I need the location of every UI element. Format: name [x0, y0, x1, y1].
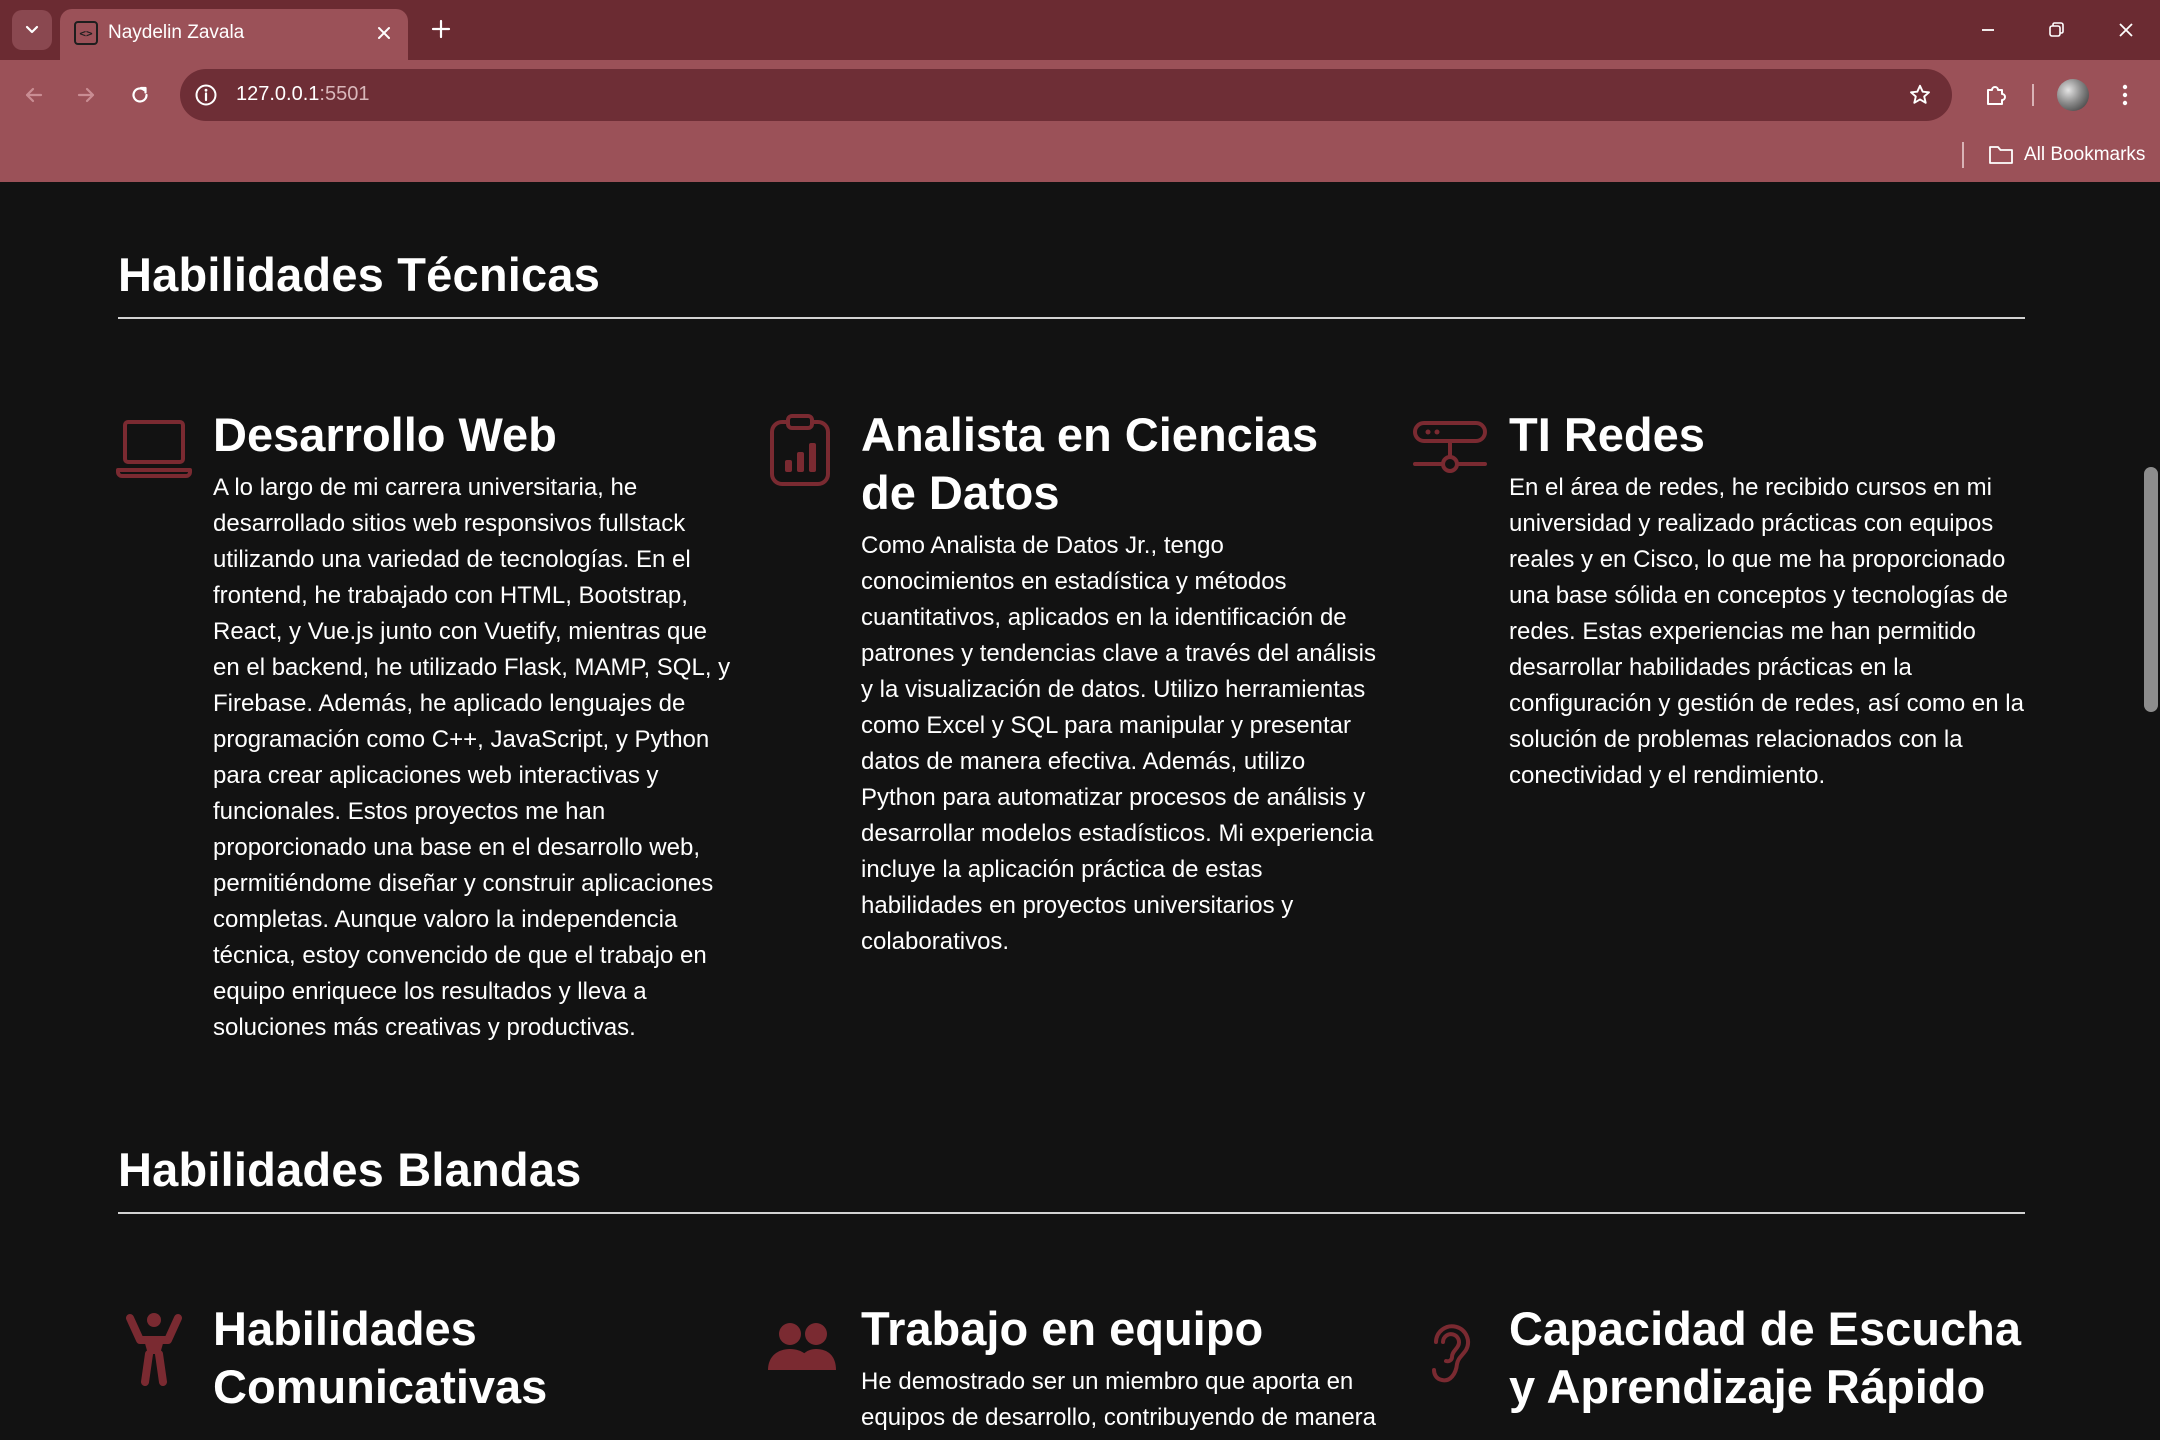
arrow-left-icon — [25, 87, 43, 103]
section-divider — [118, 1212, 2025, 1214]
restore-button[interactable] — [2034, 12, 2078, 48]
more-vert-icon — [2122, 84, 2128, 106]
folder-icon — [1989, 146, 2013, 164]
card-text: He demostrado ser un miembro que aporta … — [861, 1368, 1377, 1431]
toolbar-separator — [2032, 84, 2034, 106]
section-title-technical: Habilidades Técnicas — [118, 248, 601, 301]
person-arms-up-icon — [116, 1310, 192, 1386]
url-port: :5501 — [319, 83, 370, 105]
all-bookmarks-label: All Bookmarks — [2024, 144, 2146, 165]
reload-icon — [132, 86, 148, 103]
card-title: TI Redes — [1509, 408, 1705, 461]
restore-icon — [2049, 22, 2064, 37]
card-title: Analista en Ciencias de Datos — [861, 408, 1319, 519]
clipboard-chart-icon — [764, 414, 840, 490]
url-text: 127.0.0.1:5501 — [236, 83, 369, 106]
all-bookmarks-button[interactable]: All Bookmarks — [1988, 139, 2145, 171]
address-bar[interactable]: 127.0.0.1:5501 — [180, 69, 1952, 121]
close-window-button[interactable] — [2104, 12, 2148, 48]
extensions-button[interactable] — [1976, 75, 2016, 115]
page-viewport[interactable]: Habilidades Técnicas Desarrollo Web A lo… — [0, 182, 2160, 1440]
people-icon — [764, 1312, 840, 1388]
skill-card-desarrollo-web: Desarrollo Web A lo largo de mi carrera … — [213, 406, 733, 1076]
card-text: En el área de redes, he recibido cursos … — [1509, 474, 2024, 789]
browser-menu-button[interactable] — [2110, 75, 2140, 115]
page-scrollbar-thumb[interactable] — [2144, 467, 2158, 712]
plus-icon — [431, 19, 451, 39]
ear-icon — [1412, 1312, 1488, 1388]
section-divider — [118, 317, 2025, 319]
tab-close-button[interactable] — [372, 21, 396, 45]
profile-avatar[interactable] — [2057, 79, 2089, 111]
skill-card-analista-datos: Analista en Ciencias de Datos Como Anali… — [861, 406, 1381, 1006]
network-icon — [1412, 414, 1488, 490]
card-title: Habilidades Comunicativas — [213, 1302, 548, 1413]
skill-card-ti-redes: TI Redes En el área de redes, he recibid… — [1509, 406, 2029, 826]
minimize-button[interactable] — [1966, 12, 2010, 48]
browser-tab-active[interactable]: <> Naydelin Zavala — [60, 9, 408, 60]
close-icon — [2119, 23, 2133, 37]
reload-button[interactable] — [120, 75, 160, 115]
minimize-icon — [1982, 29, 1994, 31]
section-title-soft: Habilidades Blandas — [118, 1143, 582, 1196]
new-tab-button[interactable] — [426, 14, 456, 44]
card-text: A lo largo de mi carrera universitaria, … — [213, 474, 731, 1041]
tab-search-button[interactable] — [12, 10, 52, 50]
card-title: Capacidad de Escucha y Aprendizaje Rápid… — [1509, 1302, 2021, 1413]
tab-title: Naydelin Zavala — [108, 22, 245, 43]
browser-toolbar: 127.0.0.1:5501 — [0, 60, 2160, 130]
bookmarks-separator — [1962, 142, 1964, 168]
soft-card-escucha: Capacidad de Escucha y Aprendizaje Rápid… — [1509, 1300, 2029, 1440]
arrow-right-icon — [77, 87, 95, 103]
puzzle-icon — [1987, 86, 2006, 105]
bookmark-star-button[interactable] — [1906, 81, 1934, 109]
soft-card-trabajo-equipo: Trabajo en equipo He demostrado ser un m… — [861, 1300, 1381, 1440]
card-text: Como Analista de Datos Jr., tengo conoci… — [861, 532, 1376, 955]
card-title: Trabajo en equipo — [861, 1302, 1264, 1355]
card-title: Desarrollo Web — [213, 408, 557, 461]
close-icon — [378, 27, 390, 39]
laptop-icon — [116, 410, 192, 486]
back-button[interactable] — [14, 75, 54, 115]
code-favicon-icon: <> — [74, 21, 98, 45]
star-icon — [1910, 84, 1930, 104]
url-host: 127.0.0.1 — [236, 83, 320, 105]
bookmarks-bar: All Bookmarks — [0, 130, 2160, 182]
info-icon — [195, 84, 217, 106]
browser-titlebar: <> Naydelin Zavala — [0, 0, 2160, 60]
chevron-down-icon — [25, 25, 39, 34]
forward-button[interactable] — [66, 75, 106, 115]
site-info-button[interactable] — [192, 81, 220, 109]
soft-card-comunicativas: Habilidades Comunicativas — [213, 1300, 733, 1440]
